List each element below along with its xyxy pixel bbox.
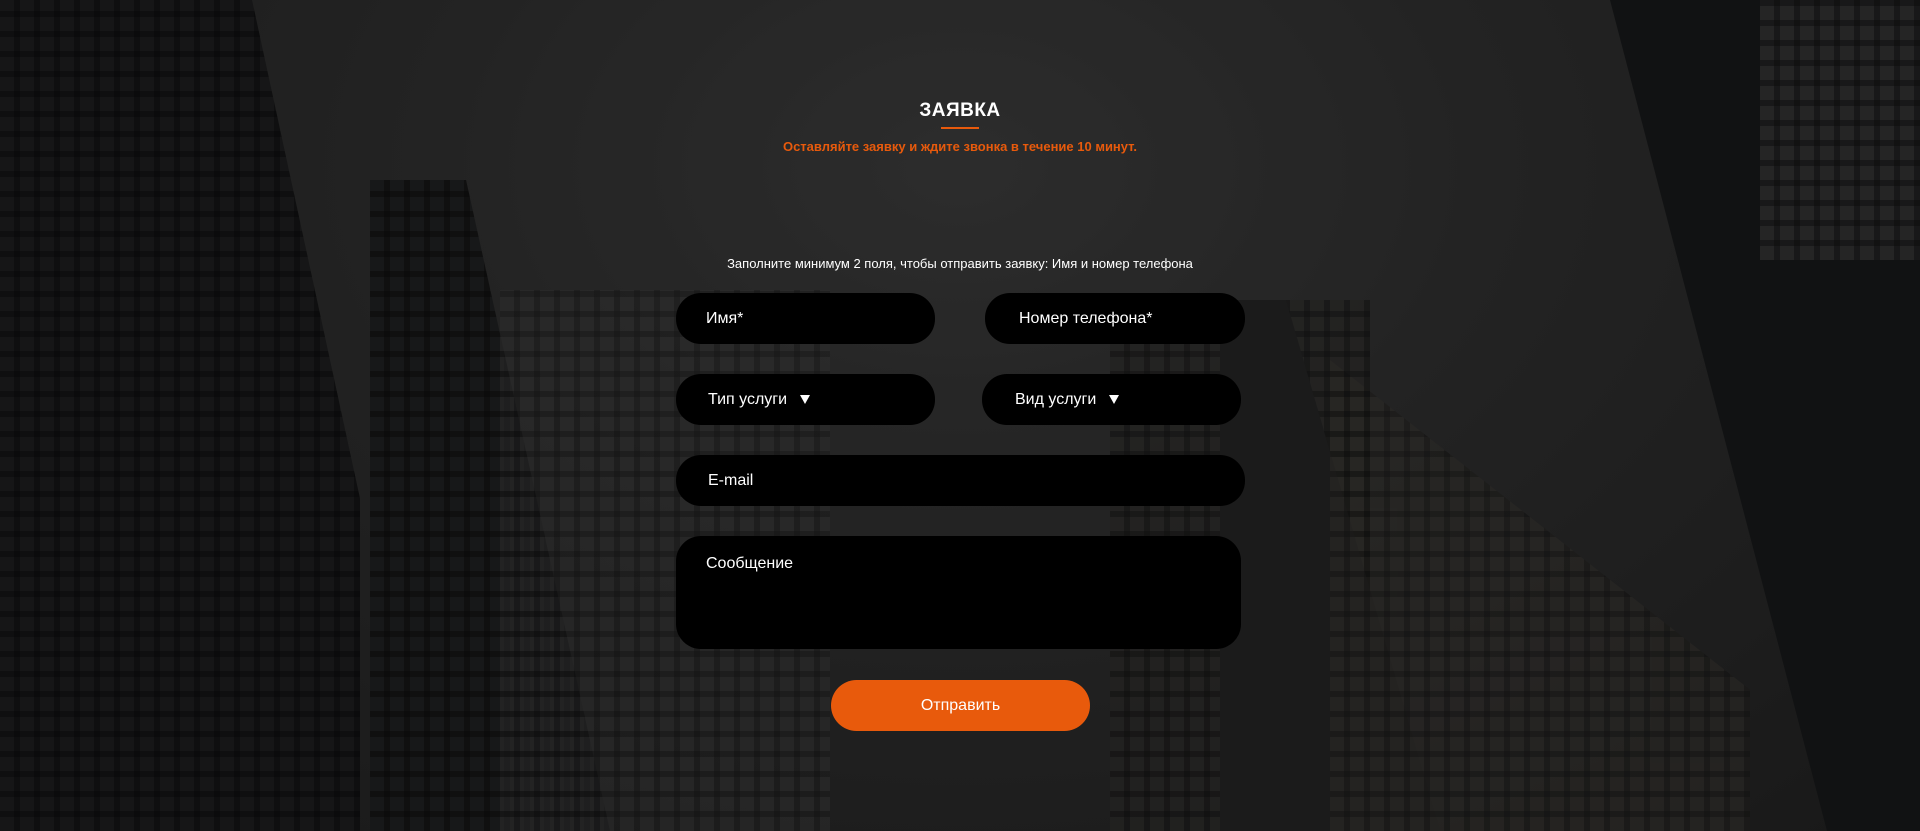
name-field[interactable]: Имя* [676,293,935,344]
service-kind-select[interactable]: Вид услуги [982,374,1241,425]
phone-placeholder: Номер телефона* [1019,309,1153,327]
service-kind-label: Вид услуги [1015,390,1097,408]
section-subtitle: Оставляйте заявку и ждите звонка в течен… [782,139,1138,154]
service-type-label: Тип услуги [708,390,788,408]
email-field[interactable]: E-mail [676,455,1245,506]
submit-button[interactable]: Отправить [831,680,1090,731]
phone-field[interactable]: Номер телефона* [985,293,1245,344]
email-placeholder: E-mail [708,471,754,489]
service-type-select[interactable]: Тип услуги [676,374,935,425]
dropdown-arrow-icon [1109,395,1120,404]
message-placeholder: Сообщение [706,555,794,572]
request-section: ЗАЯВКА Оставляйте заявку и ждите звонка … [0,0,1920,831]
dropdown-arrow-icon [800,395,811,404]
section-title: ЗАЯВКА [919,100,1001,121]
message-textarea[interactable]: Сообщение [676,536,1241,649]
name-placeholder: Имя* [706,309,744,327]
title-underline [941,127,979,129]
form-hint: Заполните минимум 2 поля, чтобы отправит… [727,256,1193,271]
